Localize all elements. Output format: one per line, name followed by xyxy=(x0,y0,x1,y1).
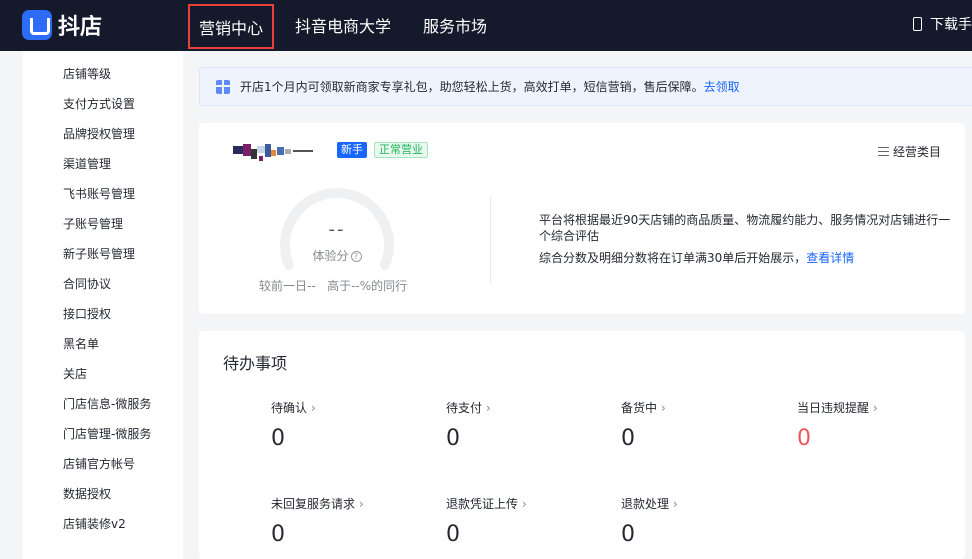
sidebar-item-blacklist[interactable]: 黑名单 xyxy=(63,335,99,352)
download-app-link[interactable]: 下载手 xyxy=(913,14,972,34)
todo-item-refund-voucher[interactable]: 退款凭证上传 › 0 xyxy=(446,495,527,547)
todo-card: 待办事项 待确认 › 0 待支付 › 0 备货中 › 0 当日违规提醒 › 0 未回复服… xyxy=(199,331,965,559)
chevron-right-icon: › xyxy=(311,401,316,415)
app-logo[interactable]: 抖店 xyxy=(22,9,102,41)
shop-name-redacted xyxy=(229,140,324,162)
phone-icon xyxy=(913,17,922,31)
todo-count-alert: 0 xyxy=(797,426,811,451)
todo-label: 待确认 xyxy=(271,401,308,415)
nav-ecommerce-university[interactable]: 抖音电商大学 xyxy=(295,13,391,37)
sidebar-item-payment-settings[interactable]: 支付方式设置 xyxy=(63,95,135,112)
sidebar-item-sub-accounts[interactable]: 子账号管理 xyxy=(63,215,123,232)
chevron-right-icon: › xyxy=(359,497,364,511)
todo-title: 待办事项 xyxy=(223,354,288,373)
new-merchant-banner: 开店1个月内可领取新商家专享礼包，助您轻松上货，高效打单，短信营销，售后保障。 … xyxy=(199,67,972,106)
sidebar-item-feishu-accounts[interactable]: 飞书账号管理 xyxy=(63,185,135,202)
sidebar-item-store-info[interactable]: 门店信息-微服务 xyxy=(63,395,151,412)
todo-count: 0 xyxy=(446,426,460,451)
business-category-label: 经营类目 xyxy=(892,145,941,159)
view-details-link[interactable]: 查看详情 xyxy=(806,251,854,265)
score-description: 平台将根据最近90天店铺的商品质量、物流履约能力、服务情况对店铺进行一个综合评估 xyxy=(539,213,951,243)
card-divider xyxy=(490,197,491,283)
score-display-note: 综合分数及明细分数将在订单满30单后开始展示，查看详情 xyxy=(539,249,854,266)
sidebar-item-shop-decoration[interactable]: 店铺装修v2 xyxy=(63,515,126,532)
todo-item-stocking[interactable]: 备货中 › 0 xyxy=(621,399,666,451)
score-display-note-text: 综合分数及明细分数将在订单满30单后开始展示， xyxy=(539,251,807,265)
todo-label: 备货中 xyxy=(621,401,658,415)
score-comparison: 较前一日-- 高于--%的同行 xyxy=(259,279,408,293)
todo-label: 当日违规提醒 xyxy=(797,401,870,415)
todo-label: 退款凭证上传 xyxy=(446,497,519,511)
sidebar-item-new-sub-accounts[interactable]: 新子账号管理 xyxy=(63,245,135,262)
business-category-link[interactable]: 经营类目 xyxy=(877,143,941,160)
todo-count: 0 xyxy=(446,522,460,547)
experience-score-label-wrap: 体验分? xyxy=(277,247,397,264)
todo-count: 0 xyxy=(271,522,285,547)
sidebar-item-store-management[interactable]: 门店管理-微服务 xyxy=(63,425,151,442)
sidebar-item-official-account[interactable]: 店铺官方帐号 xyxy=(63,455,135,472)
help-icon[interactable]: ? xyxy=(350,251,362,262)
doudian-logo-icon xyxy=(22,10,52,40)
sidebar-item-brand-authorization[interactable]: 品牌授权管理 xyxy=(63,125,135,142)
todo-label: 未回复服务请求 xyxy=(271,497,356,511)
sidebar-item-channel-management[interactable]: 渠道管理 xyxy=(63,155,111,172)
todo-count: 0 xyxy=(621,522,635,547)
banner-text: 开店1个月内可领取新商家专享礼包，助您轻松上货，高效打单，短信营销，售后保障。 xyxy=(240,80,704,94)
todo-label: 退款处理 xyxy=(621,497,670,511)
gift-icon xyxy=(216,79,230,94)
claim-gift-link[interactable]: 去领取 xyxy=(704,78,740,95)
experience-score-label: 体验分 xyxy=(312,249,349,263)
chevron-right-icon: › xyxy=(673,497,678,511)
todo-item-pending-confirm[interactable]: 待确认 › 0 xyxy=(271,399,316,451)
sidebar-item-contracts[interactable]: 合同协议 xyxy=(63,275,111,292)
chevron-right-icon: › xyxy=(661,401,666,415)
list-icon xyxy=(877,147,889,156)
todo-label: 待支付 xyxy=(446,401,483,415)
todo-item-pending-payment[interactable]: 待支付 › 0 xyxy=(446,399,491,451)
todo-item-refund-processing[interactable]: 退款处理 › 0 xyxy=(621,495,678,547)
download-label: 下载手 xyxy=(930,17,972,33)
chevron-right-icon: › xyxy=(873,401,878,415)
logo-text: 抖店 xyxy=(58,15,103,40)
sidebar-item-api-authorization[interactable]: 接口授权 xyxy=(63,305,111,322)
nav-service-market[interactable]: 服务市场 xyxy=(423,13,487,37)
todo-item-violation-reminder[interactable]: 当日违规提醒 › 0 xyxy=(797,399,878,451)
settings-sidebar: 店铺等级 支付方式设置 品牌授权管理 渠道管理 飞书账号管理 子账号管理 新子账… xyxy=(23,51,183,559)
todo-count: 0 xyxy=(621,426,635,451)
sidebar-item-close-shop[interactable]: 关店 xyxy=(63,365,87,382)
experience-score-value: -- xyxy=(328,219,346,240)
new-merchant-tag: 新手 xyxy=(337,142,367,158)
top-navigation-bar: 抖店 营销中心 抖音电商大学 服务市场 下载手 xyxy=(0,0,972,51)
chevron-right-icon: › xyxy=(486,401,491,415)
todo-item-unanswered-service[interactable]: 未回复服务请求 › 0 xyxy=(271,495,364,547)
todo-count: 0 xyxy=(271,426,285,451)
status-badge: 正常营业 xyxy=(374,142,428,158)
sidebar-item-data-authorization[interactable]: 数据授权 xyxy=(63,485,111,502)
sidebar-item-shop-level[interactable]: 店铺等级 xyxy=(63,65,111,82)
shop-overview-card: 新手 正常营业 经营类目 -- 体验分? 较前一日-- 高于--%的同行 平台将… xyxy=(199,123,965,314)
nav-marketing-center[interactable]: 营销中心 xyxy=(188,4,274,49)
chevron-right-icon: › xyxy=(522,497,527,511)
